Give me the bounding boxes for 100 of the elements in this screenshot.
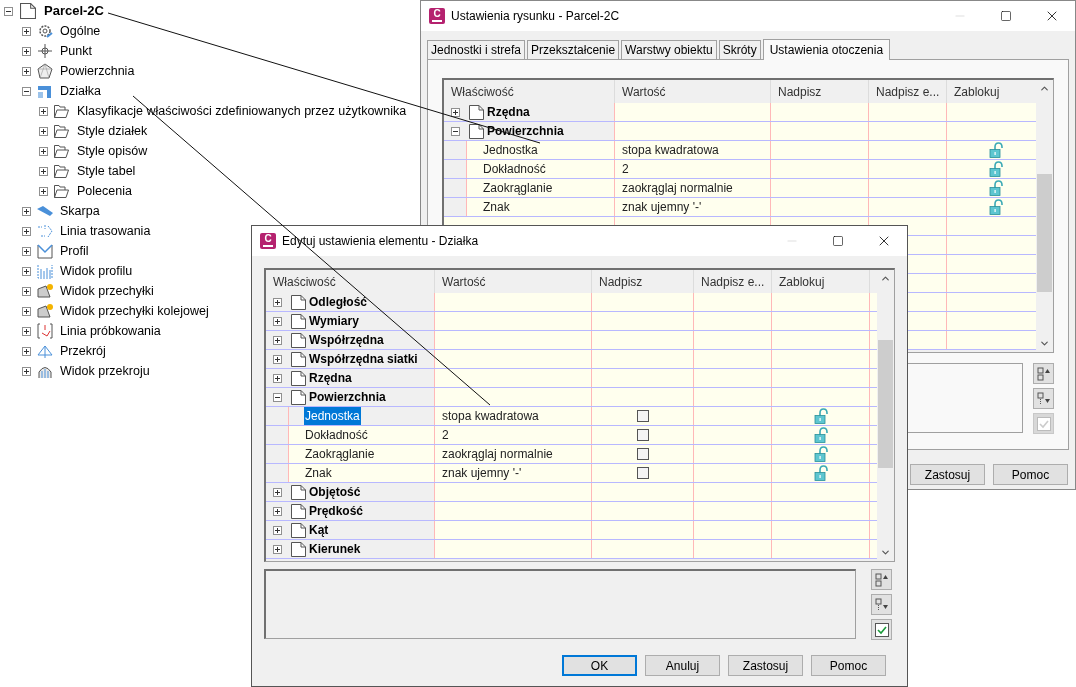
property-row[interactable]: Jednostka stopa kwadratowa — [266, 407, 877, 426]
tab[interactable]: Skróty — [718, 40, 761, 59]
dialog-button[interactable]: Pomoc — [811, 655, 886, 676]
expand-toggle[interactable] — [22, 66, 31, 76]
expand-toggle[interactable] — [22, 346, 31, 356]
expand-toggle[interactable] — [39, 106, 48, 116]
open-padlock-icon[interactable] — [813, 446, 828, 462]
checkbox[interactable] — [636, 410, 649, 422]
tool-button[interactable] — [1033, 388, 1054, 409]
tab[interactable]: Ustawienia otoczenia — [762, 39, 891, 60]
expand-toggle[interactable] — [39, 126, 48, 136]
tree-item[interactable]: Przekrój — [60, 341, 106, 361]
expand-toggle[interactable] — [22, 306, 31, 316]
tree-item[interactable]: Style opisów — [77, 141, 148, 161]
expand-toggle[interactable] — [22, 286, 31, 296]
checkbox[interactable] — [636, 448, 649, 460]
open-padlock-icon[interactable] — [988, 142, 1003, 158]
tool-button[interactable] — [871, 594, 892, 615]
group-row[interactable]: Kierunek — [266, 540, 877, 559]
tree-item[interactable]: Działka — [60, 81, 101, 101]
group-row[interactable]: Wymiary — [266, 312, 877, 331]
tab[interactable]: Jednostki i strefa — [427, 40, 526, 59]
expand-toggle[interactable] — [273, 373, 282, 383]
expand-toggle[interactable] — [22, 266, 31, 276]
expand-toggle[interactable] — [273, 544, 282, 554]
expand-toggle[interactable] — [4, 6, 13, 16]
open-padlock-icon[interactable] — [813, 408, 828, 424]
dialog-button[interactable]: Anuluj — [645, 655, 720, 676]
scroll-down-icon[interactable] — [880, 547, 891, 558]
tree-item[interactable]: Skarpa — [60, 201, 100, 221]
group-row[interactable]: Współrzędna siatki — [266, 350, 877, 369]
expand-toggle[interactable] — [22, 206, 31, 216]
expand-toggle[interactable] — [273, 316, 282, 326]
group-row[interactable]: Rzędna — [444, 103, 1036, 122]
tree-item[interactable]: Widok przekroju — [60, 361, 150, 381]
expand-toggle[interactable] — [22, 226, 31, 236]
tree-root-label[interactable]: Parcel-2C — [44, 1, 104, 21]
open-padlock-icon[interactable] — [813, 465, 828, 481]
tool-button[interactable] — [871, 569, 892, 590]
tree-item[interactable]: Powierzchnia — [60, 61, 135, 81]
expand-toggle[interactable] — [22, 326, 31, 336]
expand-toggle[interactable] — [22, 86, 31, 96]
expand-toggle[interactable] — [273, 487, 282, 497]
expand-toggle[interactable] — [451, 107, 460, 117]
dialog-button[interactable]: Pomoc — [993, 464, 1068, 485]
scroll-down-icon[interactable] — [1039, 338, 1050, 349]
tree-item[interactable]: Punkt — [60, 41, 92, 61]
open-padlock-icon[interactable] — [988, 161, 1003, 177]
property-row[interactable]: Dokładność 2 — [444, 160, 1036, 179]
tree-item[interactable]: Profil — [60, 241, 89, 261]
property-row[interactable]: Jednostka stopa kwadratowa — [444, 141, 1036, 160]
tab[interactable]: Przekształcenie — [527, 40, 620, 59]
tree-item[interactable]: Style działek — [77, 121, 148, 141]
property-row[interactable]: Znak znak ujemny '-' — [266, 464, 877, 483]
dialog-button[interactable]: Zastosuj — [910, 464, 985, 485]
dialog-button[interactable]: OK — [562, 655, 637, 676]
tree-item[interactable]: Widok przechyłki kolejowej — [60, 301, 209, 321]
expand-toggle[interactable] — [273, 335, 282, 345]
group-row[interactable]: Rzędna — [266, 369, 877, 388]
property-row[interactable]: Dokładność 2 — [266, 426, 877, 445]
group-row[interactable]: Kąt — [266, 521, 877, 540]
expand-toggle[interactable] — [273, 354, 282, 364]
dialog-button[interactable]: Zastosuj — [728, 655, 803, 676]
tree-item[interactable]: Ogólne — [60, 21, 101, 41]
open-padlock-icon[interactable] — [988, 180, 1003, 196]
tree-item[interactable]: Polecenia — [77, 181, 132, 201]
expand-toggle[interactable] — [451, 126, 460, 136]
expand-toggle[interactable] — [22, 366, 31, 376]
folder-icon — [54, 164, 69, 178]
expand-toggle[interactable] — [273, 297, 282, 307]
group-row[interactable]: Odległość — [266, 293, 877, 312]
property-row[interactable]: Zaokrąglanie zaokrąglaj normalnie — [266, 445, 877, 464]
expand-toggle[interactable] — [39, 146, 48, 156]
tool-button[interactable] — [1033, 363, 1054, 384]
expand-toggle[interactable] — [22, 46, 31, 56]
group-row[interactable]: Prędkość — [266, 502, 877, 521]
tree-item[interactable]: Linia trasowania — [60, 221, 151, 241]
expand-toggle[interactable] — [22, 246, 31, 256]
tree-item[interactable]: Linia próbkowania — [60, 321, 161, 341]
checkbox[interactable] — [636, 467, 649, 479]
expand-toggle[interactable] — [273, 506, 282, 516]
open-padlock-icon[interactable] — [813, 427, 828, 443]
expand-toggle[interactable] — [273, 525, 282, 535]
group-row[interactable]: Powierzchnia — [266, 388, 877, 407]
checkbox[interactable] — [636, 429, 649, 441]
group-row[interactable]: Objętość — [266, 483, 877, 502]
tab[interactable]: Warstwy obiektu — [621, 40, 717, 59]
crosshair-icon — [37, 43, 53, 59]
tree-item[interactable]: Style tabel — [77, 161, 136, 181]
expand-toggle[interactable] — [22, 26, 31, 36]
property-row[interactable]: Znak znak ujemny '-' — [444, 198, 1036, 217]
expand-toggle[interactable] — [273, 392, 282, 402]
expand-toggle[interactable] — [39, 186, 48, 196]
tool-button[interactable] — [871, 619, 892, 640]
property-row[interactable]: Zaokrąglanie zaokrąglaj normalnie — [444, 179, 1036, 198]
tree-item[interactable]: Widok profilu — [60, 261, 133, 281]
group-row[interactable]: Współrzędna — [266, 331, 877, 350]
tree-item[interactable]: Widok przechyłki — [60, 281, 154, 301]
open-padlock-icon[interactable] — [988, 199, 1003, 215]
expand-toggle[interactable] — [39, 166, 48, 176]
